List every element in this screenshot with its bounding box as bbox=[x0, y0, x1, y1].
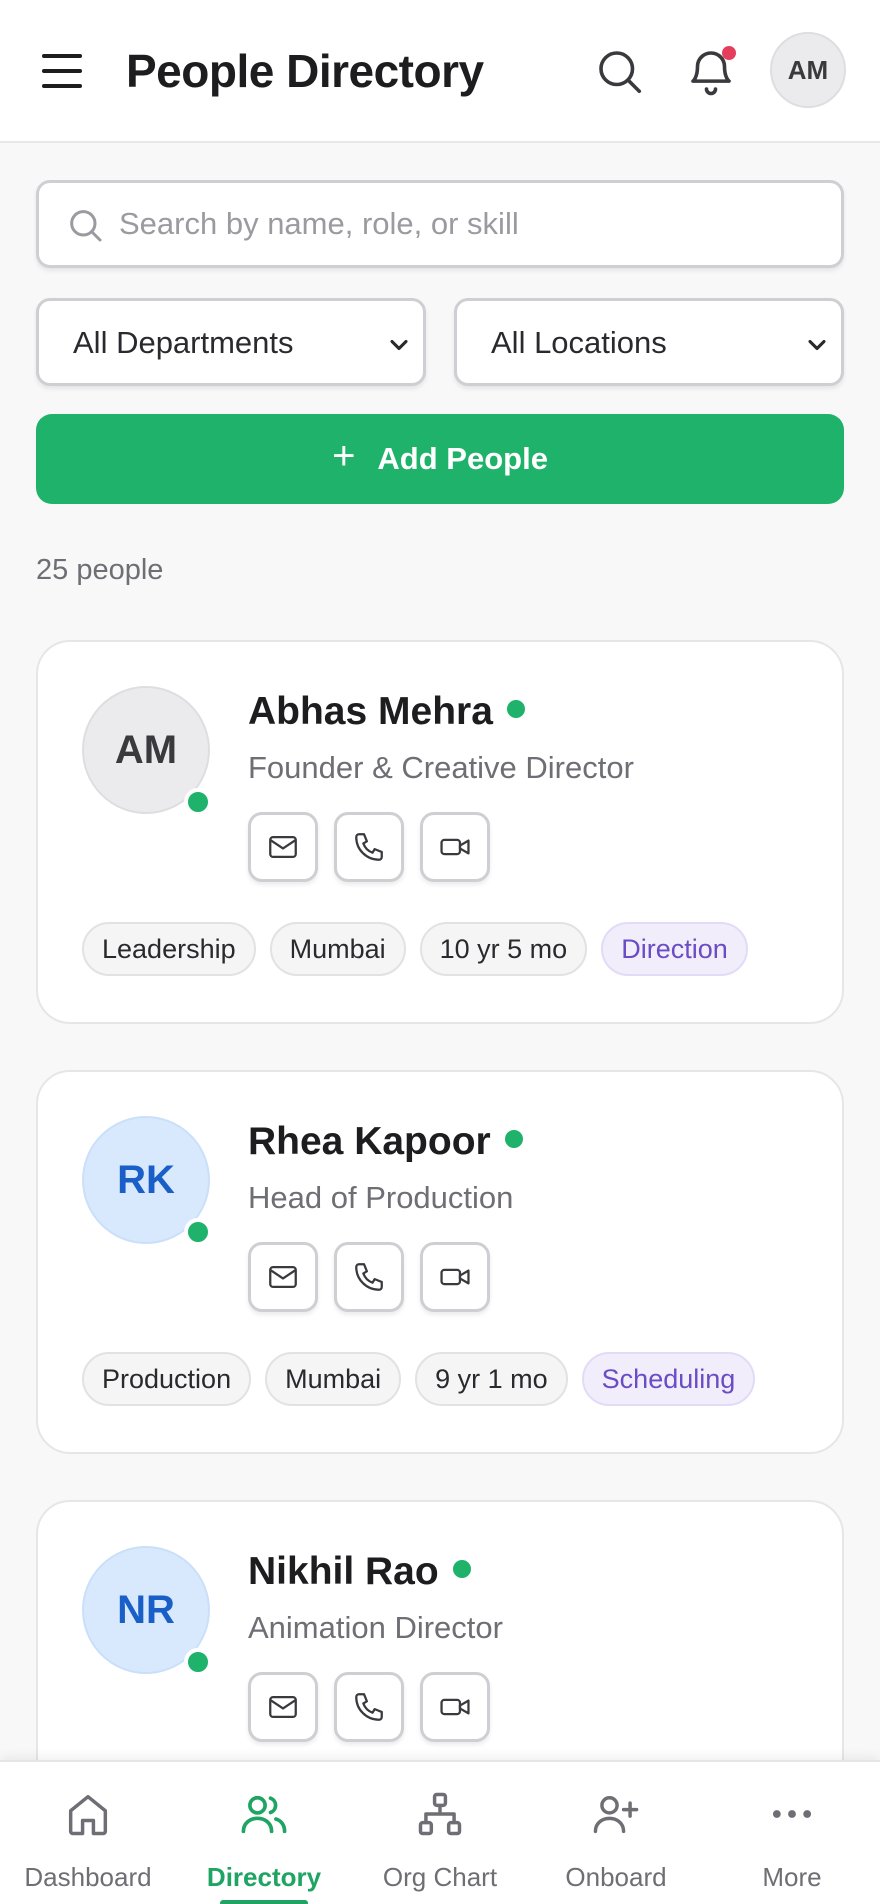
menu-icon[interactable] bbox=[38, 50, 88, 92]
person-name-row: Nikhil Rao bbox=[248, 1550, 471, 1594]
app-root: People Directory AM All Departments All … bbox=[0, 0, 880, 1904]
mail-icon bbox=[269, 1695, 297, 1719]
location-select[interactable]: All Locations bbox=[454, 298, 844, 386]
department-tag: Leadership bbox=[82, 922, 256, 976]
tag-list: Leadership Mumbai 10 yr 5 mo Direction bbox=[82, 922, 748, 976]
call-button[interactable] bbox=[334, 1672, 404, 1742]
active-indicator bbox=[220, 1900, 308, 1904]
nav-label: Dashboard bbox=[24, 1862, 152, 1892]
call-button[interactable] bbox=[334, 812, 404, 882]
nav-onboard[interactable]: Onboard bbox=[528, 1762, 704, 1904]
skill-tag: Direction bbox=[601, 922, 748, 976]
person-role: Founder & Creative Director bbox=[248, 750, 634, 785]
chevron-down-icon bbox=[390, 339, 408, 351]
nav-org-chart[interactable]: Org Chart bbox=[352, 1762, 528, 1904]
person-name: Abhas Mehra bbox=[248, 690, 493, 733]
plus-icon: + bbox=[332, 433, 356, 478]
online-dot bbox=[452, 1560, 471, 1578]
video-icon bbox=[440, 1268, 470, 1286]
tag-list: Production Mumbai 9 yr 1 mo Scheduling bbox=[82, 1352, 756, 1406]
search-input[interactable] bbox=[119, 183, 819, 265]
app-header: People Directory AM bbox=[0, 0, 880, 143]
nav-directory[interactable]: Directory bbox=[176, 1762, 352, 1904]
phone-icon bbox=[355, 1693, 383, 1721]
users-icon bbox=[241, 1795, 287, 1834]
person-name-row: Abhas Mehra bbox=[248, 690, 525, 734]
more-icon bbox=[772, 1810, 812, 1818]
add-people-label: Add People bbox=[377, 441, 548, 476]
person-name: Rhea Kapoor bbox=[248, 1120, 491, 1163]
people-count: 25 people bbox=[36, 554, 164, 586]
contact-actions bbox=[248, 1672, 490, 1742]
person-role: Head of Production bbox=[248, 1180, 514, 1215]
home-icon bbox=[68, 1794, 108, 1836]
online-dot bbox=[506, 700, 525, 718]
nav-more[interactable]: More bbox=[704, 1762, 880, 1904]
nav-label: Org Chart bbox=[382, 1862, 498, 1892]
search-field[interactable] bbox=[36, 180, 844, 268]
add-people-button[interactable]: + Add People bbox=[36, 414, 844, 504]
phone-icon bbox=[355, 833, 383, 861]
online-dot bbox=[504, 1130, 523, 1148]
search-icon[interactable] bbox=[592, 44, 646, 98]
bottom-nav: Dashboard Directory Org Chart Onboard Mo… bbox=[0, 1760, 880, 1904]
video-call-button[interactable] bbox=[420, 1242, 490, 1312]
user-avatar[interactable]: AM bbox=[770, 32, 846, 108]
chevron-down-icon bbox=[808, 339, 826, 351]
nav-label: More bbox=[762, 1862, 822, 1892]
contact-actions bbox=[248, 1242, 490, 1312]
search-field-icon bbox=[70, 210, 102, 242]
person-card[interactable]: RK Rhea Kapoor Head of Production Produc… bbox=[36, 1070, 844, 1454]
page-title: People Directory bbox=[126, 45, 484, 97]
person-role: Animation Director bbox=[248, 1610, 503, 1645]
email-button[interactable] bbox=[248, 1672, 318, 1742]
bell-icon[interactable] bbox=[684, 44, 738, 98]
tenure-tag: 9 yr 1 mo bbox=[415, 1352, 568, 1406]
email-button[interactable] bbox=[248, 1242, 318, 1312]
status-indicator bbox=[184, 1218, 212, 1246]
status-indicator bbox=[184, 1648, 212, 1676]
video-icon bbox=[440, 838, 470, 856]
location-select-value: All Locations bbox=[491, 325, 667, 360]
person-name-row: Rhea Kapoor bbox=[248, 1120, 523, 1164]
location-tag: Mumbai bbox=[269, 922, 406, 976]
video-call-button[interactable] bbox=[420, 1672, 490, 1742]
department-tag: Production bbox=[82, 1352, 252, 1406]
mail-icon bbox=[269, 1265, 297, 1289]
status-indicator bbox=[184, 788, 212, 816]
notification-badge bbox=[722, 46, 736, 60]
contact-actions bbox=[248, 812, 490, 882]
tenure-tag: 10 yr 5 mo bbox=[419, 922, 588, 976]
skill-tag: Scheduling bbox=[581, 1352, 756, 1406]
nav-label: Directory bbox=[206, 1862, 322, 1892]
video-icon bbox=[440, 1698, 470, 1716]
call-button[interactable] bbox=[334, 1242, 404, 1312]
location-tag: Mumbai bbox=[265, 1352, 402, 1406]
person-name: Nikhil Rao bbox=[248, 1550, 439, 1593]
user-plus-icon bbox=[593, 1796, 639, 1834]
nav-label: Onboard bbox=[565, 1862, 667, 1892]
person-card[interactable]: AM Abhas Mehra Founder & Creative Direct… bbox=[36, 640, 844, 1024]
nav-dashboard[interactable]: Dashboard bbox=[0, 1762, 176, 1904]
phone-icon bbox=[355, 1263, 383, 1291]
org-chart-icon bbox=[418, 1792, 462, 1836]
department-select[interactable]: All Departments bbox=[36, 298, 426, 386]
video-call-button[interactable] bbox=[420, 812, 490, 882]
email-button[interactable] bbox=[248, 812, 318, 882]
mail-icon bbox=[269, 835, 297, 859]
department-select-value: All Departments bbox=[73, 325, 294, 360]
